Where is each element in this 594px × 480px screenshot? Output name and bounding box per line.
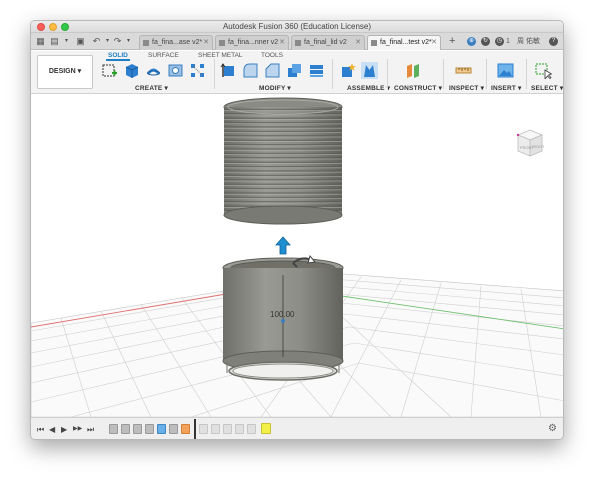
tab-label: fa_fina...nner v2 [228,39,279,46]
timeline-feature[interactable] [145,424,154,434]
view-cube[interactable]: FRONT RIGHT [513,127,547,159]
extensions-icon[interactable]: ⊕ [467,36,476,47]
ribbon-toolbar: DESIGN ▾ SOLID SURFACE SHEET METAL TOOLS… [31,51,563,94]
timeline-feature[interactable] [169,424,178,434]
timeline-end-button[interactable]: ⏭ [87,424,94,435]
timeline-play-button[interactable]: ▶ [61,424,67,435]
inspect-menu[interactable]: INSPECT ▾ [449,84,484,92]
tab-label: fa_final_lid v2 [304,39,347,46]
close-tab-icon[interactable]: ✕ [355,36,361,50]
timeline-feature-suppressed[interactable] [223,424,232,434]
construct-menu[interactable]: CONSTRUCT ▾ [394,84,442,92]
create-sketch-icon[interactable] [101,62,118,79]
file-menu-chevron-icon[interactable]: ▾ [61,36,72,47]
redo-icon[interactable]: ↷ [112,36,123,47]
notifications-button[interactable]: ◷ 1 [495,36,510,47]
tab-label: fa_fina...ase v2* [152,39,203,46]
new-tab-button[interactable]: + [449,36,455,47]
title-bar: Autodesk Fusion 360 (Education License) [31,21,563,33]
help-button[interactable]: ? [549,36,558,47]
timeline-feature-suppressed[interactable] [199,424,208,434]
app-grid-icon[interactable]: ▦ [35,36,46,47]
revolve-icon[interactable] [145,62,162,79]
group-divider [443,59,444,89]
component-cube-icon [295,40,301,46]
close-tab-icon[interactable]: ✕ [203,36,209,50]
modify-menu[interactable]: MODIFY ▾ [259,84,291,92]
tab-fa-final-inner[interactable]: fa_fina...nner v2 ✕ [215,35,289,50]
dimension-value: 100.00 [270,310,295,319]
group-divider [387,59,388,89]
select-menu[interactable]: SELECT ▾ [531,84,563,92]
group-divider [486,59,487,89]
new-component-icon[interactable] [339,62,356,79]
viewcube-right-label: RIGHT [532,144,545,149]
tab-fa-final-lid[interactable]: fa_final_lid v2 ✕ [291,35,365,50]
tab-solid[interactable]: SOLID [106,52,130,61]
job-status-icon[interactable]: ↻ [481,36,490,47]
app-window: Autodesk Fusion 360 (Education License) … [30,20,564,440]
extrude-icon[interactable] [123,62,140,79]
tab-sheet-metal[interactable]: SHEET METAL [198,52,243,59]
canvas-graphics: 100.00 [31,97,563,417]
user-account-button[interactable]: 周 佑敏 [517,36,540,47]
timeline-prev-button[interactable]: ◀ [49,424,55,435]
save-icon[interactable]: ▣ [75,36,86,47]
timeline-feature[interactable] [121,424,130,434]
undo-icon[interactable]: ↶ [91,36,102,47]
pattern-icon[interactable] [189,62,206,79]
press-pull-icon[interactable] [220,62,237,79]
tab-tools[interactable]: TOOLS [261,52,283,59]
chamfer-icon[interactable] [264,62,281,79]
user-name: 周 佑敏 [517,38,540,45]
timeline-feature-suppressed[interactable] [235,424,244,434]
redo-chevron-icon[interactable]: ▾ [123,36,134,47]
timeline-feature[interactable] [133,424,142,434]
tab-fa-final-test[interactable]: fa_final...test v2* ✕ [367,35,441,50]
design-canvas[interactable]: 100.00 FRONT RIGHT [31,95,563,417]
timeline-bar: ⏮ ◀ ▶ ▶▶ ⏭ ⚙ [31,417,563,439]
document-tab-bar: ▦ ▤ ▾ ▣ ↶ ▾ ↷ ▾ fa_fina...ase v2* ✕ fa_f… [31,33,563,50]
timeline-feature[interactable] [157,424,166,434]
close-tab-icon[interactable]: ✕ [431,36,437,50]
move-manipulator-arrow[interactable] [275,236,291,255]
insert-menu[interactable]: INSERT ▾ [491,84,522,92]
timeline-next-button[interactable]: ▶▶ [73,424,82,435]
file-menu-icon[interactable]: ▤ [49,36,60,47]
timeline-start-button[interactable]: ⏮ [37,424,44,435]
tab-fa-final-base[interactable]: fa_fina...ase v2* ✕ [139,35,213,50]
component-cube-icon [143,40,149,46]
measure-icon[interactable] [455,62,472,79]
upper-threaded-body[interactable] [223,97,343,225]
timeline-feature-suppressed[interactable] [211,424,220,434]
hole-icon[interactable] [167,62,184,79]
timeline-feature[interactable] [181,424,190,434]
component-cube-icon [371,40,377,46]
timeline-settings-gear-icon[interactable]: ⚙ [548,423,557,434]
fillet-icon[interactable] [242,62,259,79]
timeline-marker[interactable] [194,419,196,439]
timeline-feature[interactable] [109,424,118,434]
component-cube-icon [219,40,225,46]
group-divider [214,59,215,89]
offset-plane-icon[interactable] [405,62,422,79]
shell-icon[interactable] [308,62,325,79]
select-window-icon[interactable] [535,62,553,81]
timeline-feature-suppressed[interactable] [247,424,256,434]
notifications-count: 1 [505,38,510,45]
insert-image-icon[interactable] [497,62,514,79]
close-tab-icon[interactable]: ✕ [279,36,285,50]
assemble-menu[interactable]: ASSEMBLE ▾ [347,84,390,92]
joint-icon[interactable] [361,62,378,79]
timeline-feature-selected[interactable] [261,423,271,434]
group-divider [526,59,527,89]
window-title: Autodesk Fusion 360 (Education License) [222,22,372,31]
workspace-switcher[interactable]: DESIGN ▾ [37,55,93,89]
combine-icon[interactable] [286,62,303,79]
group-divider [332,59,333,89]
tab-label: fa_final...test v2* [380,39,432,46]
create-menu[interactable]: CREATE ▾ [135,84,168,92]
tab-surface[interactable]: SURFACE [148,52,179,59]
